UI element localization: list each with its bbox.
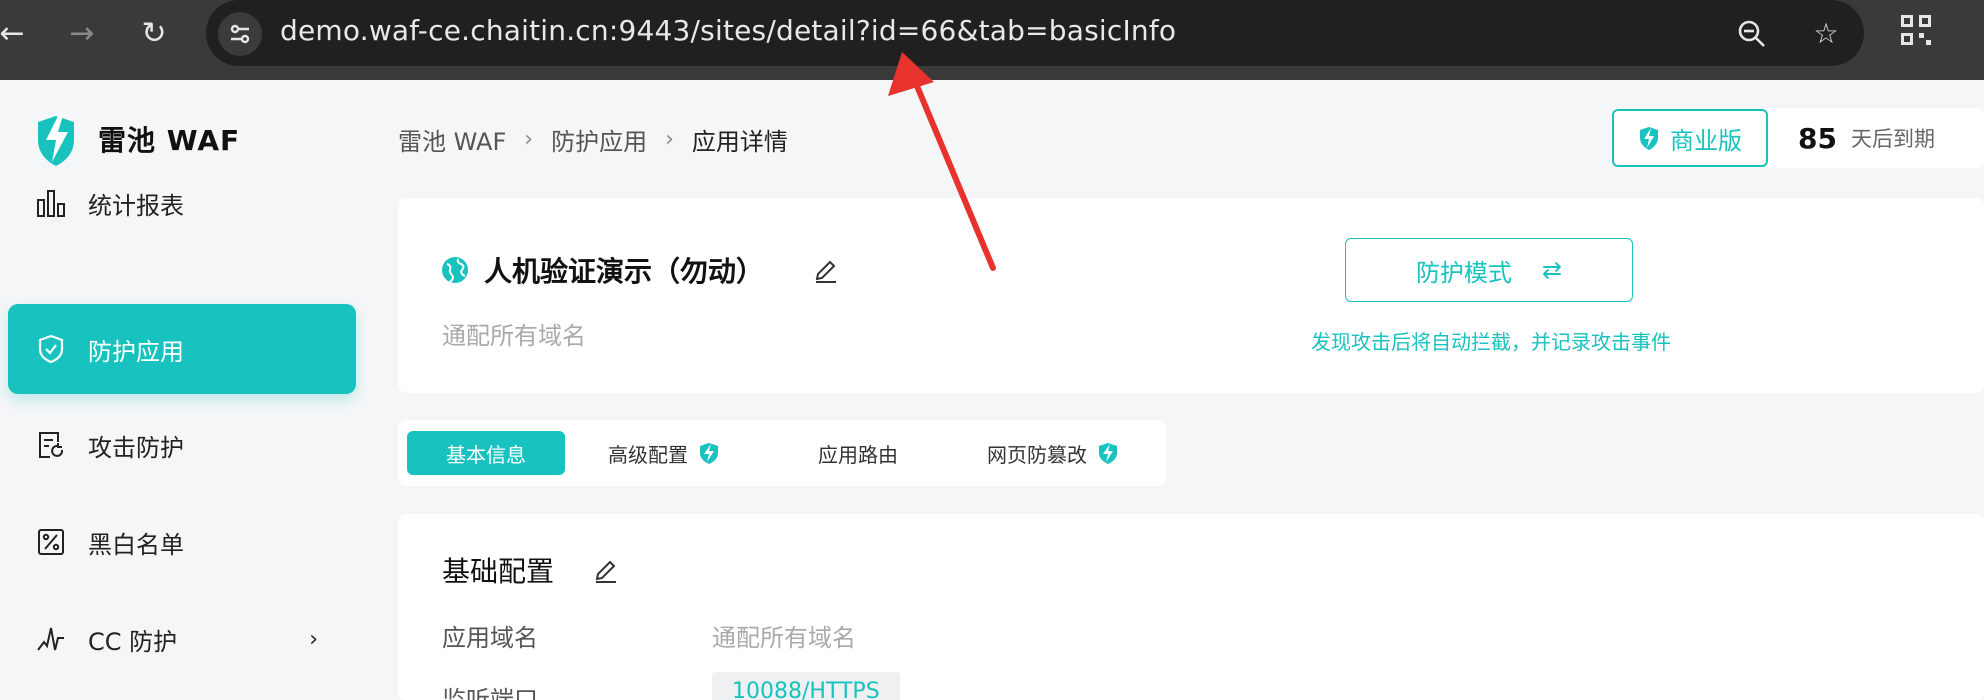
zoom-icon[interactable] <box>1732 14 1772 54</box>
sidebar-item-label: 防护应用 <box>88 337 184 366</box>
pulse-icon <box>37 627 64 651</box>
breadcrumb-item-current: 应用详情 <box>691 128 788 156</box>
sidebar-item-label: 黑白名单 <box>88 530 184 559</box>
address-bar[interactable]: demo.waf-ce.chaitin.cn:9443/sites/detail… <box>206 0 1864 66</box>
shield-check-icon <box>38 334 64 364</box>
detail-tabs: 基本信息 高级配置 应用路由 网页防篡改 <box>398 420 1166 486</box>
app-summary-card: 人机验证演示（勿动） 通配所有域名 防护模式 ⇄ 发现攻击后将自动拦截，并记录攻… <box>398 198 1984 393</box>
sidebar-item-label: CC 防护 <box>88 627 178 656</box>
edition-label: 商业版 <box>1670 126 1742 155</box>
port-tag: 10088/HTTPS <box>712 672 900 700</box>
url-text[interactable]: demo.waf-ce.chaitin.cn:9443/sites/detail… <box>280 14 1176 47</box>
bookmark-star-icon[interactable]: ☆ <box>1806 14 1846 54</box>
section-title: 基础配置 <box>442 550 620 590</box>
sidebar-item-blacklist-whitelist[interactable]: 黑白名单 <box>8 497 356 587</box>
app-name: 人机验证演示（勿动） <box>484 255 765 288</box>
edition-badge[interactable]: 商业版 <box>1612 109 1768 167</box>
protection-mode-description: 发现攻击后将自动拦截，并记录攻击事件 <box>1311 330 1671 354</box>
chevron-right-icon: › <box>665 127 674 152</box>
domain-value: 通配所有域名 <box>712 624 856 652</box>
thunder-shield-icon <box>1640 127 1658 150</box>
chevron-right-icon: › <box>524 127 534 152</box>
globe-icon <box>442 257 468 283</box>
browser-toolbar: ← → ↻ demo.waf-ce.chaitin.cn:9443/sites/… <box>0 0 1984 80</box>
license-status: 商业版 85 天后到期 <box>1612 108 1984 168</box>
tab-advanced-config[interactable]: 高级配置 <box>578 431 750 475</box>
swap-icon: ⇄ <box>1541 256 1563 284</box>
chevron-right-icon[interactable]: › <box>309 627 318 652</box>
qr-code-icon[interactable] <box>1900 14 1932 46</box>
tab-app-routing[interactable]: 应用路由 <box>790 431 926 475</box>
basic-config-card: 基础配置 应用域名 通配所有域名 监听端口 10088/HTTPS <box>398 514 1984 700</box>
breadcrumb: 雷池 WAF › 防护应用 › 应用详情 <box>398 122 788 157</box>
breadcrumb-item-apps[interactable]: 防护应用 <box>551 122 647 157</box>
sidebar-item-stats[interactable]: 统计报表 <box>8 158 356 248</box>
days-remaining-label: 天后到期 <box>1850 127 1935 151</box>
pro-badge-icon <box>700 443 718 464</box>
app-title: 人机验证演示（勿动） <box>440 250 840 290</box>
protection-mode-button[interactable]: 防护模式 ⇄ <box>1345 238 1633 302</box>
port-label: 监听端口 <box>442 686 538 700</box>
sidebar: 雷池 WAF 统计报表 防护应用 攻击防护 黑白名单 CC 防护 › <box>0 80 370 700</box>
protection-mode-label: 防护模式 <box>1415 258 1512 287</box>
pro-badge-icon <box>1099 443 1117 464</box>
back-icon[interactable]: ← <box>0 14 32 54</box>
reload-icon[interactable]: ↻ <box>134 14 174 54</box>
brand-name: 雷池 WAF <box>98 124 241 157</box>
document-refresh-icon <box>39 432 64 458</box>
percent-box-icon <box>38 529 64 555</box>
bar-chart-icon <box>37 190 65 217</box>
sidebar-item-label: 统计报表 <box>88 191 184 220</box>
breadcrumb-item-home[interactable]: 雷池 WAF <box>398 122 506 157</box>
days-remaining: 85 <box>1798 121 1837 155</box>
sidebar-item-cc-protection[interactable]: CC 防护 › <box>8 594 356 684</box>
sidebar-item-attack-protection[interactable]: 攻击防护 <box>8 400 356 490</box>
tab-anti-tamper[interactable]: 网页防篡改 <box>958 431 1148 475</box>
edit-icon[interactable] <box>812 256 840 284</box>
sidebar-item-protected-apps[interactable]: 防护应用 <box>8 304 356 394</box>
domain-label: 应用域名 <box>442 624 538 652</box>
edit-icon[interactable] <box>592 556 620 584</box>
sidebar-item-label: 攻击防护 <box>88 433 184 462</box>
forward-icon[interactable]: → <box>62 14 102 54</box>
site-settings-icon[interactable] <box>218 12 262 56</box>
tab-basic-info[interactable]: 基本信息 <box>407 431 565 475</box>
app-domain: 通配所有域名 <box>442 322 586 350</box>
